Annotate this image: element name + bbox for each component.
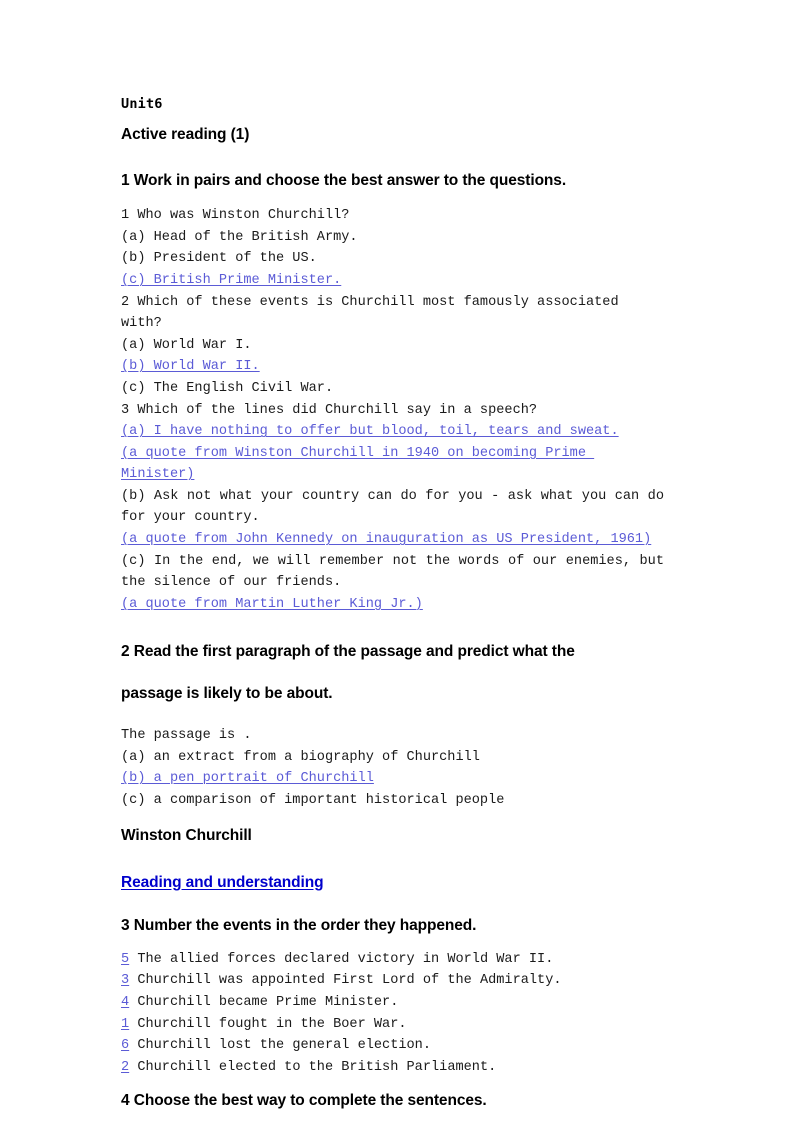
option-row[interactable]: (a) I have nothing to offer but blood, t… [121,421,664,443]
event-row[interactable]: 6 Churchill lost the general election. [121,1035,664,1057]
event-number[interactable]: 3 [121,973,129,988]
task-2-heading: 2 Read the first paragraph of the passag… [121,631,664,715]
document-content: Unit6 Active reading (1) 1 Work in pairs… [121,96,664,1111]
event-text: Churchill lost the general election. [129,1038,432,1054]
option-text-selected: (b) a pen portrait of Churchill [121,771,374,787]
event-number[interactable]: 6 [121,1038,129,1053]
option-row[interactable]: (a) an extract from a biography of Churc… [121,747,664,769]
task-2-body: The passage is . (a) an extract from a b… [121,725,664,811]
quote-attribution: (a quote from John Kennedy on inaugurati… [121,529,664,551]
quote-attribution: (a quote from Winston Churchill in 1940 … [121,443,664,486]
section-title: Active reading (1) [121,125,250,143]
question-prompt: 1 Who was Winston Churchill? [121,208,350,224]
event-number[interactable]: 5 [121,952,129,967]
option-text: (a) an extract from a biography of Churc… [121,749,480,765]
event-row[interactable]: 1 Churchill fought in the Boer War. [121,1014,664,1036]
event-row[interactable]: 5 The allied forces declared victory in … [121,949,664,971]
option-row[interactable]: (a) World War I. [121,335,664,357]
quote-attribution-text: (a quote from John Kennedy on inaugurati… [121,532,652,548]
option-row[interactable]: (c) The English Civil War. [121,378,664,400]
event-text: Churchill was appointed First Lord of th… [129,973,562,989]
task-2-heading-line-1: 2 Read the first paragraph of the passag… [121,643,575,661]
task-3-body: 5 The allied forces declared victory in … [121,949,664,1079]
passage-title: Winston Churchill [121,826,252,844]
event-text: The allied forces declared victory in Wo… [129,951,554,967]
unit-label: Unit6 [121,96,163,112]
option-text-selected: (a) I have nothing to offer but blood, t… [121,424,619,440]
quote-attribution-text: (a quote from Winston Churchill in 1940 … [121,445,595,483]
event-text: Churchill fought in the Boer War. [129,1016,407,1032]
event-number[interactable]: 1 [121,1017,129,1032]
task-1-heading: 1 Work in pairs and choose the best answ… [121,172,567,190]
option-row[interactable]: (b) World War II. [121,356,664,378]
option-row[interactable]: (c) British Prime Minister. [121,270,664,292]
reading-and-understanding-link[interactable]: Reading and understanding [121,874,324,892]
quote-attribution: (a quote from Martin Luther King Jr.) [121,594,664,616]
option-text: (b) President of the US. [121,251,317,267]
event-text: Churchill became Prime Minister. [129,994,399,1010]
option-row[interactable]: (b) a pen portrait of Churchill [121,768,664,790]
event-text: Churchill elected to the British Parliam… [129,1059,497,1075]
event-number[interactable]: 4 [121,995,129,1010]
option-text-selected: (b) World War II. [121,359,260,375]
document-page: Unit6 Active reading (1) 1 Work in pairs… [0,0,800,1132]
event-row[interactable]: 3 Churchill was appointed First Lord of … [121,970,664,992]
question-prompt: 3 Which of the lines did Churchill say i… [121,402,538,418]
option-text-selected: (c) British Prime Minister. [121,272,342,288]
option-text: (c) In the end, we will remember not the… [121,553,673,591]
option-row[interactable]: (c) In the end, we will remember not the… [121,551,664,594]
task-4-heading: 4 Choose the best way to complete the se… [121,1092,487,1110]
option-text: (a) Head of the British Army. [121,229,358,245]
task-3-heading: 3 Number the events in the order they ha… [121,916,477,934]
option-text: (a) World War I. [121,337,252,353]
question-prompt: 2 Which of these events is Churchill mos… [121,294,627,332]
quote-attribution-text: (a quote from Martin Luther King Jr.) [121,596,423,612]
option-row[interactable]: (c) a comparison of important historical… [121,790,664,812]
event-number[interactable]: 2 [121,1060,129,1075]
option-text: (b) Ask not what your country can do for… [121,488,673,526]
option-text: (c) The English Civil War. [121,380,334,396]
reading-link-wrapper: Reading and understanding [121,846,664,892]
option-text: (c) a comparison of important historical… [121,792,505,808]
event-row[interactable]: 2 Churchill elected to the British Parli… [121,1057,664,1079]
task-2-stem: The passage is . [121,728,252,744]
event-row[interactable]: 4 Churchill became Prime Minister. [121,992,664,1014]
option-row[interactable]: (b) President of the US. [121,248,664,270]
task-1-body: 1 Who was Winston Churchill? (a) Head of… [121,205,664,615]
task-2-heading-line-2: passage is likely to be about. [121,685,333,703]
option-row[interactable]: (b) Ask not what your country can do for… [121,486,664,529]
option-row[interactable]: (a) Head of the British Army. [121,227,664,249]
